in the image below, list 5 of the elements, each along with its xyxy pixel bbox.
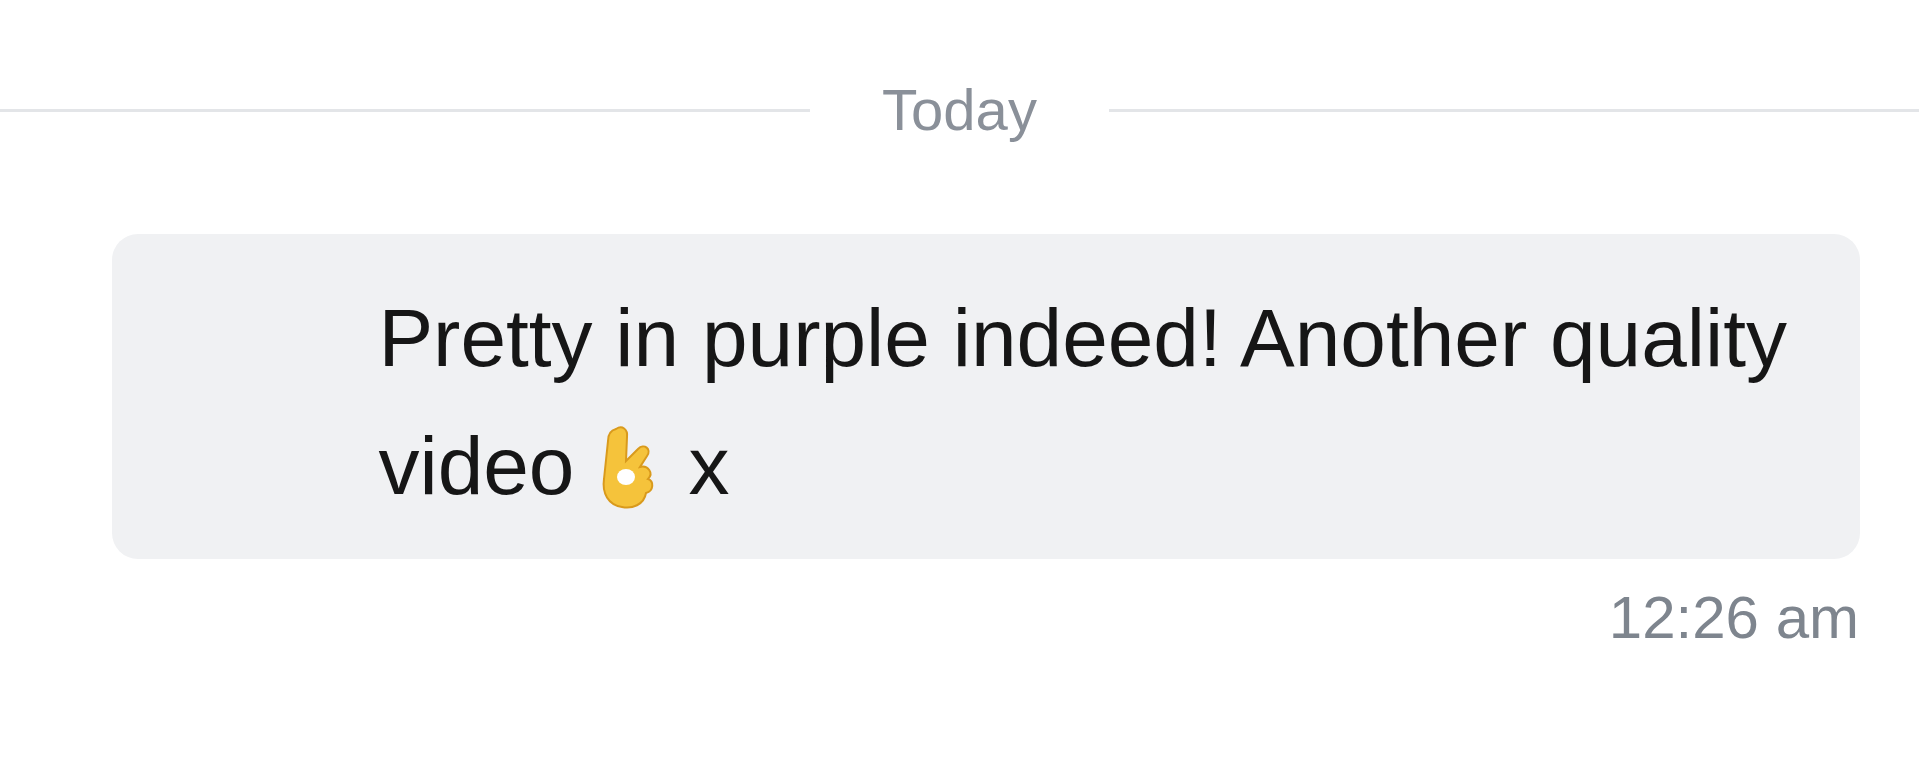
message-text: video bbox=[378, 419, 575, 513]
message-text: Pretty in purple indeed! Another quality bbox=[378, 291, 1787, 385]
date-divider: Today bbox=[882, 76, 1037, 144]
message-text: x bbox=[688, 419, 730, 513]
message-time: 12:26 am bbox=[1607, 583, 1859, 653]
